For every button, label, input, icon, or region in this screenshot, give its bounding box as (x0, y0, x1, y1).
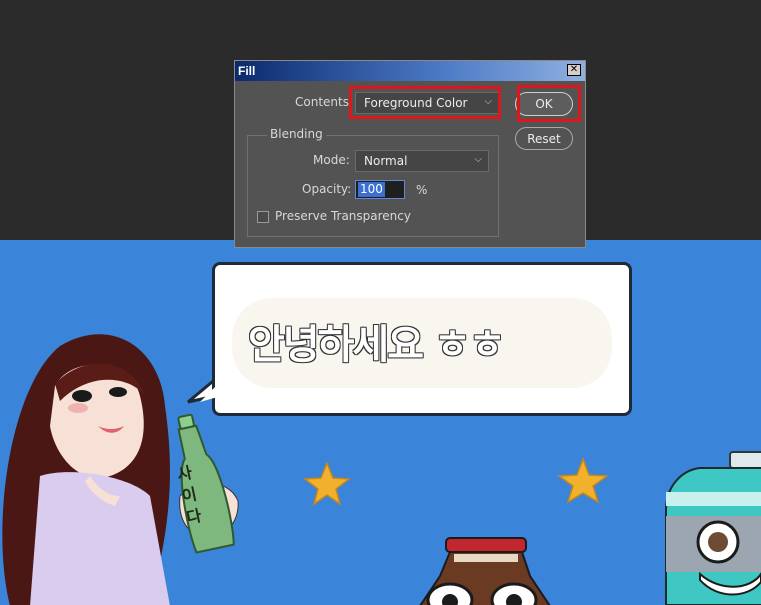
cola-bottle-character (419, 537, 551, 605)
mode-select[interactable]: Normal ⌵ (355, 150, 489, 172)
soda-bottle-illustration (177, 413, 235, 554)
blending-label: Blending (267, 127, 326, 141)
mode-select-value: Normal (364, 154, 408, 168)
opacity-input[interactable]: 100 (355, 180, 405, 199)
chevron-down-icon: ⌵ (474, 154, 482, 165)
canvas-image[interactable]: 안녕하세요 ㅎㅎ 사이다 (0, 240, 761, 605)
close-icon[interactable]: ✕ (567, 64, 581, 76)
bubble-text-selection: 안녕하세요 ㅎㅎ (248, 322, 506, 368)
contents-label: Contents: (295, 95, 354, 109)
water-bottle-character (665, 451, 761, 605)
preserve-transparency-checkbox[interactable] (257, 211, 269, 223)
reset-button-label: Reset (527, 131, 561, 146)
mode-label: Mode: (313, 153, 350, 167)
contents-highlight-box (349, 86, 501, 119)
ok-highlight-box (517, 85, 581, 122)
reset-button[interactable]: Reset (515, 127, 573, 150)
preserve-transparency-label[interactable]: Preserve Transparency (275, 209, 411, 223)
dialog-title: Fill (238, 64, 256, 78)
opacity-value: 100 (358, 182, 385, 197)
dialog-titlebar[interactable]: Fill ✕ (235, 61, 585, 81)
star-icon (302, 460, 352, 506)
star-icon (556, 456, 610, 504)
fill-dialog: Fill ✕ Contents: Foreground Color ⌵ OK R… (234, 60, 586, 248)
opacity-unit: % (416, 183, 428, 197)
opacity-label: Opacity: (302, 182, 352, 196)
